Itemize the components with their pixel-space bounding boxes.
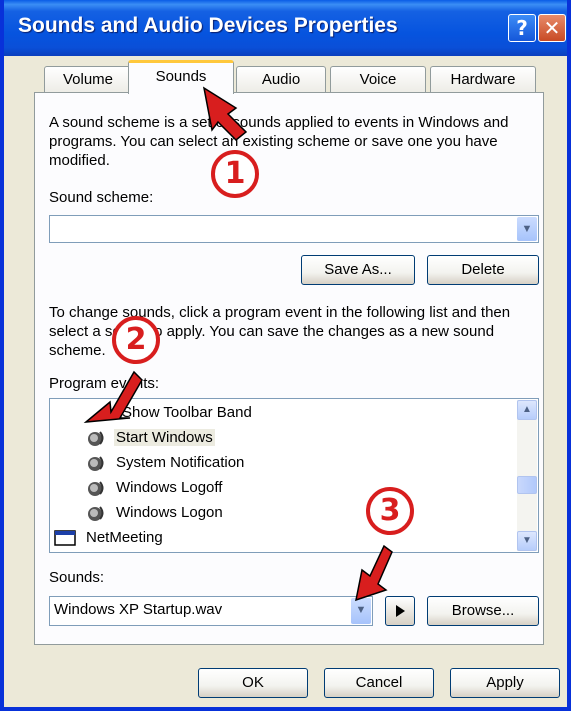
list-item-selected[interactable]: Start Windows xyxy=(86,426,215,450)
event-label: System Notification xyxy=(116,454,245,471)
scroll-up-icon[interactable]: ▲ xyxy=(517,400,537,420)
events-scrollbar[interactable]: ▲ ▼ xyxy=(517,400,537,551)
cancel-button[interactable]: Cancel xyxy=(324,668,434,698)
sound-file-dropdown[interactable]: Windows XP Startup.wav ▼ xyxy=(49,596,373,626)
speaker-icon xyxy=(88,481,104,497)
browse-button[interactable]: Browse... xyxy=(427,596,539,626)
list-item[interactable]: NetMeeting xyxy=(54,526,165,550)
annotation-badge-3: 3 xyxy=(366,487,414,535)
sounds-label: Sounds: xyxy=(49,569,105,586)
sounds-tab-panel: A sound scheme is a set of sounds applie… xyxy=(34,92,544,645)
speaker-icon xyxy=(88,431,104,447)
sound-scheme-dropdown[interactable]: ▼ xyxy=(49,215,539,243)
speaker-icon xyxy=(88,506,104,522)
scheme-description: A sound scheme is a set of sounds applie… xyxy=(49,114,509,169)
tab-label: Sounds xyxy=(155,68,207,85)
sound-file-value: Windows XP Startup.wav xyxy=(54,601,223,618)
dialog-window: Sounds and Audio Devices Properties ? ✕ … xyxy=(0,0,571,711)
tab-sounds[interactable]: Sounds xyxy=(128,60,234,94)
annotation-badge-2: 2 xyxy=(112,316,160,364)
chevron-down-icon[interactable]: ▼ xyxy=(351,598,371,624)
play-button[interactable] xyxy=(385,596,415,626)
tab-label: Audio xyxy=(261,71,301,88)
tab-audio[interactable]: Audio xyxy=(236,66,326,94)
scroll-thumb[interactable] xyxy=(517,476,537,494)
window-title: Sounds and Audio Devices Properties xyxy=(18,14,398,37)
tab-voice[interactable]: Voice xyxy=(330,66,426,94)
scroll-down-icon[interactable]: ▼ xyxy=(517,531,537,551)
event-label: Show Toolbar Band xyxy=(122,404,252,421)
event-label: Windows Logon xyxy=(116,504,223,521)
window-icon xyxy=(54,530,76,546)
tab-label: Hardware xyxy=(450,71,516,88)
tab-volume[interactable]: Volume xyxy=(44,66,132,94)
tab-label: Volume xyxy=(62,71,114,88)
speaker-icon xyxy=(88,456,104,472)
tab-hardware[interactable]: Hardware xyxy=(430,66,536,94)
event-label: Windows Logoff xyxy=(116,479,223,496)
help-button[interactable]: ? xyxy=(508,14,536,42)
list-item[interactable]: Show Toolbar Band xyxy=(120,401,254,425)
delete-button[interactable]: Delete xyxy=(427,255,539,285)
program-events-list[interactable]: Show Toolbar Band Start Windows System N… xyxy=(49,398,539,553)
sound-scheme-label: Sound scheme: xyxy=(49,189,154,206)
close-button[interactable]: ✕ xyxy=(538,14,566,42)
program-events-label: Program events: xyxy=(49,375,160,392)
list-item[interactable]: System Notification xyxy=(86,451,246,475)
list-item[interactable]: Windows Logon xyxy=(86,501,225,525)
chevron-down-icon[interactable]: ▼ xyxy=(517,217,537,241)
save-as-button[interactable]: Save As... xyxy=(301,255,415,285)
apply-button[interactable]: Apply xyxy=(450,668,560,698)
tab-label: Voice xyxy=(359,71,397,88)
play-icon xyxy=(396,605,405,617)
annotation-badge-1: 1 xyxy=(211,150,259,198)
title-bar[interactable]: Sounds and Audio Devices Properties ? ✕ xyxy=(4,0,567,56)
list-item[interactable]: Windows Logoff xyxy=(86,476,224,500)
ok-button[interactable]: OK xyxy=(198,668,308,698)
event-label: Start Windows xyxy=(114,429,215,446)
event-label: NetMeeting xyxy=(86,529,163,546)
